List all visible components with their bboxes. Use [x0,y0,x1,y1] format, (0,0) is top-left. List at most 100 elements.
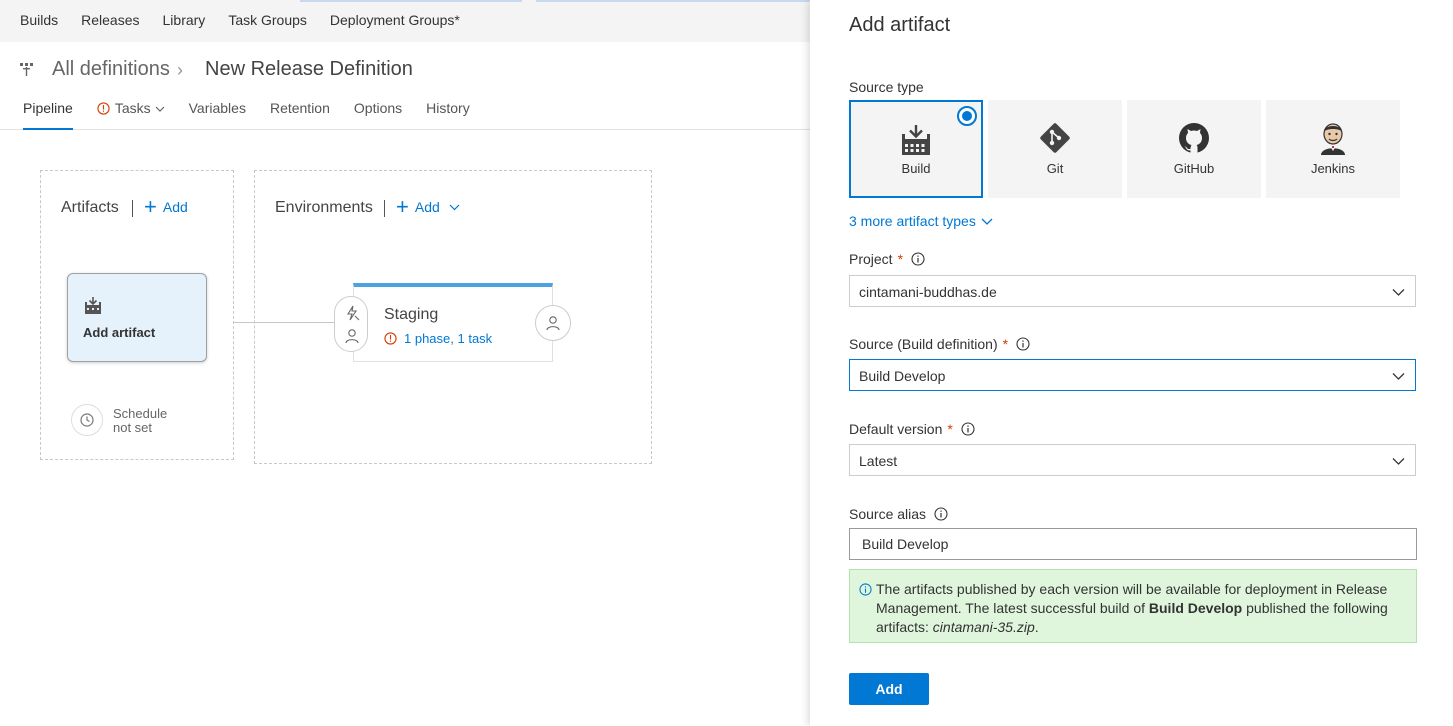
source-type-github[interactable]: GitHub [1127,100,1261,198]
environment-status-text: 1 phase, 1 task [404,331,493,346]
source-type-git-label: Git [1046,161,1064,176]
github-icon [1178,122,1210,159]
tab-pipeline[interactable]: Pipeline [23,100,73,130]
project-select[interactable]: cintamani-buddhas.de [849,275,1416,307]
source-type-jenkins-label: Jenkins [1310,161,1356,176]
tab-options[interactable]: Options [354,100,402,130]
jenkins-icon [1318,122,1348,161]
required-mark: * [897,251,904,267]
default-version-label: Default version * [849,421,975,437]
info-text-part3: . [1034,619,1039,635]
error-icon [97,102,110,115]
project-label-text: Project [849,251,893,267]
post-deployment-conditions[interactable] [535,305,571,341]
pre-deployment-conditions[interactable] [334,296,368,352]
tab-options-label: Options [353,100,403,116]
info-icon[interactable] [911,252,925,266]
source-type-git[interactable]: Git [988,100,1122,198]
required-mark: * [1002,336,1009,352]
error-icon [384,332,397,345]
environment-name: Staging [384,306,439,323]
approver-icon [546,316,560,331]
plus-icon: + [396,194,409,219]
nav-accent [536,0,810,2]
environments-title: Environments [275,199,373,216]
add-button[interactable]: Add [849,673,929,705]
project-label: Project * [849,251,925,267]
add-artifact-card[interactable]: Add artifact [67,273,207,362]
chevron-down-icon [1392,373,1405,380]
add-environment-link-label: Add [414,199,440,215]
source-label: Source (Build definition) * [849,336,1030,352]
source-type-label: Source type [849,79,924,95]
panel-title: Add artifact [849,14,951,36]
chevron-down-icon [1392,289,1405,296]
nav-items: Builds Releases Library Task Groups Depl… [20,12,483,28]
more-artifact-types-link[interactable]: 3 more artifact types [849,213,993,229]
build-icon [901,124,931,161]
source-alias-input[interactable] [849,528,1417,560]
source-type-tiles: Build Git GitHub Jenkins [849,100,1400,198]
source-definition-select-value: Build Develop [859,368,946,384]
tab-retention[interactable]: Retention [270,100,330,130]
release-definitions-icon [19,61,35,77]
add-artifact-panel: Add artifact Source type Build Git GitHu… [810,0,1453,726]
breadcrumb-all-definitions[interactable]: All definitions [52,58,170,81]
nav-releases[interactable]: Releases [81,12,139,28]
nav-task-groups[interactable]: Task Groups [228,12,307,28]
chevron-down-icon [1392,458,1405,465]
info-text-build-name: Build Develop [1148,600,1243,616]
radio-selected-icon [957,106,977,126]
chevron-down-icon [155,106,165,112]
add-artifact-card-label: Add artifact [83,325,156,340]
add-artifact-link[interactable]: + Add [144,194,188,219]
plus-icon: + [144,194,157,219]
source-definition-select[interactable]: Build Develop [849,359,1416,391]
info-icon[interactable] [1016,337,1030,351]
add-environment-link[interactable]: + Add [396,194,460,219]
project-select-value: cintamani-buddhas.de [859,284,997,300]
source-alias-label: Source alias [849,506,948,522]
nav-library[interactable]: Library [163,12,206,28]
tab-pipeline-label: Pipeline [23,100,73,116]
artifacts-title: Artifacts [61,199,119,216]
add-artifact-link-label: Add [162,199,188,215]
divider [384,200,385,217]
required-mark: * [947,421,953,437]
nav-deployment-groups[interactable]: Deployment Groups* [330,12,460,28]
chevron-down-icon [981,218,993,225]
tab-tasks[interactable]: Tasks [97,100,165,130]
info-icon[interactable] [934,507,948,521]
chevron-down-icon [449,204,460,211]
approver-icon [345,329,359,344]
info-icon [859,583,872,596]
default-version-select-value: Latest [859,453,898,469]
definition-tabs: Pipeline Tasks Variables Retention Optio… [23,100,494,130]
top-nav: Builds Releases Library Task Groups Depl… [0,0,810,42]
divider [132,200,133,217]
nav-builds[interactable]: Builds [20,12,58,28]
source-type-build[interactable]: Build [849,100,983,198]
git-icon [1039,122,1071,159]
pipeline-connector [234,322,334,323]
environment-status-link[interactable]: 1 phase, 1 task [384,331,492,346]
source-type-jenkins[interactable]: Jenkins [1266,100,1400,198]
build-icon [83,296,103,321]
tab-history[interactable]: History [426,100,470,130]
tab-tasks-label: Tasks [114,100,151,116]
trigger-icon [347,305,360,321]
tab-variables-label: Variables [188,100,246,116]
schedule-text: Schedule not set [113,407,193,435]
tab-history-label: History [426,100,470,116]
source-alias-label-text: Source alias [849,506,927,522]
environment-card-staging[interactable]: Staging 1 phase, 1 task [353,283,553,362]
breadcrumb-chevron-icon: › [177,60,183,80]
more-artifact-types-label: 3 more artifact types [849,213,976,229]
tab-retention-label: Retention [269,100,330,116]
info-icon[interactable] [961,422,975,436]
schedule-line2: not set [113,420,153,435]
tab-variables[interactable]: Variables [189,100,246,130]
page-title[interactable]: New Release Definition [205,58,413,81]
artifact-info-message: The artifacts published by each version … [849,569,1417,643]
default-version-select[interactable]: Latest [849,444,1416,476]
